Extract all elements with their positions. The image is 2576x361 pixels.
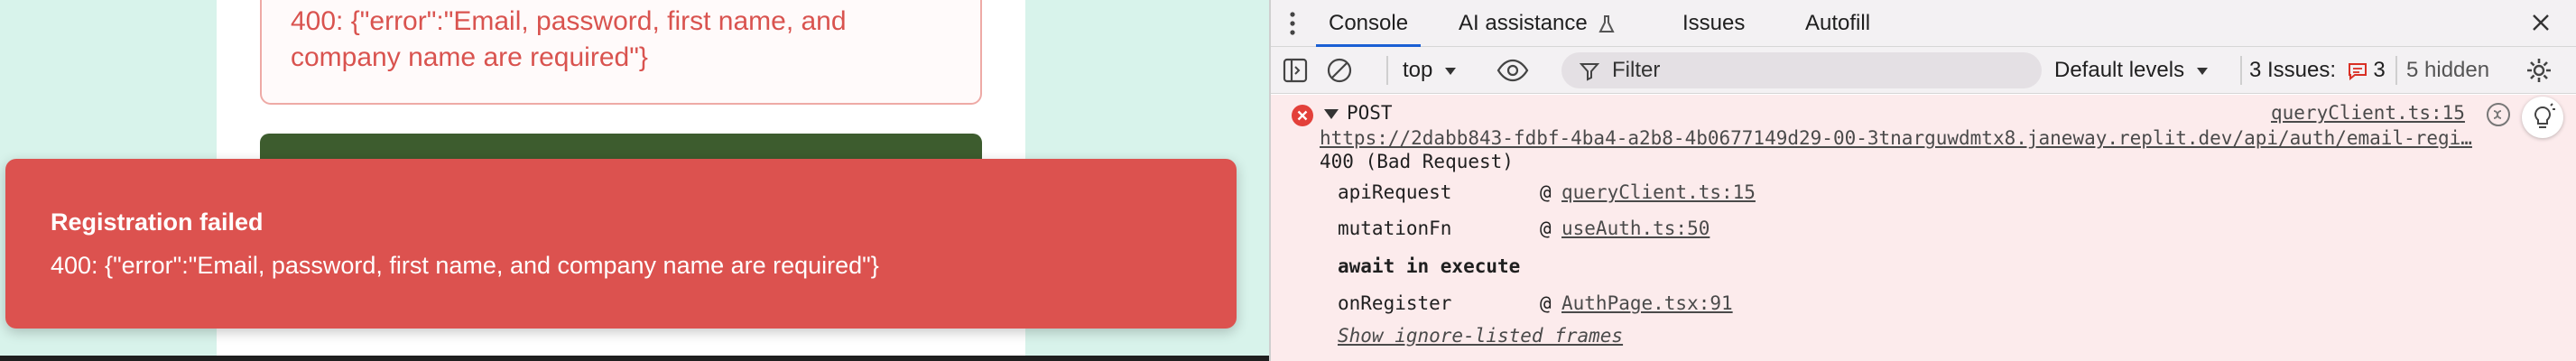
stack-at: @ [1540, 218, 1552, 239]
kebab-menu-icon[interactable] [1283, 0, 1302, 47]
filter-placeholder: Filter [1612, 58, 1661, 82]
tab-ai-assistance-label: AI assistance [1459, 11, 1588, 35]
error-toast[interactable]: Registration failed 400: {"error":"Email… [5, 159, 1237, 329]
toolbar-divider [2395, 56, 2397, 85]
levels-label: Default levels [2054, 58, 2185, 82]
issues-label: 3 Issues: [2249, 58, 2337, 82]
clear-console-icon[interactable] [1325, 47, 1354, 94]
toolbar-divider [2240, 56, 2242, 85]
tab-autofill[interactable]: Autofill [1805, 0, 1870, 47]
stack-at: @ [1540, 181, 1552, 203]
lightbulb-icon[interactable] [2522, 97, 2563, 138]
stack-fn: mutationFn [1338, 218, 1452, 239]
stack-fn: apiRequest [1338, 181, 1452, 203]
tab-autofill-label: Autofill [1805, 11, 1871, 35]
levels-selector[interactable]: Default levels [2054, 47, 2209, 94]
filter-input[interactable]: Filter [1561, 52, 2042, 88]
tab-console-label: Console [1329, 11, 1409, 35]
error-icon [1291, 104, 1314, 127]
tab-ai-assistance[interactable]: AI assistance [1459, 0, 1616, 47]
bottom-edge [0, 356, 1269, 361]
await-label: await in execute [1338, 255, 1521, 277]
console-toolbar: top Filter Default levels 3 Issues: 3 5 … [1271, 47, 2576, 94]
tab-issues-label: Issues [1682, 11, 1746, 35]
flask-icon [1598, 14, 1616, 34]
toast-title: Registration failed [51, 208, 264, 236]
stack-link[interactable]: queryClient.ts:15 [1561, 179, 1756, 206]
close-icon[interactable] [2527, 0, 2554, 47]
tab-issues[interactable]: Issues [1682, 0, 1745, 47]
stack-link[interactable]: AuthPage.tsx:91 [1561, 290, 1733, 317]
source-link[interactable]: queryClient.ts:15 [2271, 100, 2465, 125]
show-ignore-listed-link[interactable]: Show ignore-listed frames [1338, 322, 1623, 349]
tab-console[interactable]: Console [1316, 0, 1422, 47]
caret-down-icon [1444, 67, 1457, 76]
context-selector[interactable]: top [1403, 47, 1457, 94]
context-label: top [1403, 58, 1433, 82]
issues-count: 3 [2373, 58, 2386, 82]
message-icon [2348, 62, 2368, 80]
stack-fn: onRegister [1338, 292, 1452, 314]
devtools-panel: Console AI assistance Issues Autofill to… [1269, 0, 2576, 361]
form-error-message: 400: {"error":"Email, password, first na… [260, 0, 982, 105]
request-url[interactable]: https://2dabb843-fdbf-4ba4-a2b8-4b067714… [1320, 125, 2520, 151]
sidebar-toggle-icon[interactable] [1282, 47, 1309, 94]
ai-explain-icon[interactable] [2486, 102, 2511, 127]
app-viewport: 400: {"error":"Email, password, first na… [0, 0, 1269, 361]
toast-message: 400: {"error":"Email, password, first na… [51, 252, 879, 279]
issues-button[interactable]: 3 Issues: 3 [2249, 47, 2386, 94]
status-line: 400 (Bad Request) [1320, 151, 1514, 172]
console-log: POST queryClient.ts:15 https://2dabb843-… [1271, 95, 2576, 361]
eye-icon[interactable] [1495, 47, 1531, 94]
filter-icon [1580, 61, 1599, 81]
caret-down-icon [2196, 67, 2209, 76]
request-method: POST [1347, 102, 1393, 124]
stack-at: @ [1540, 292, 1552, 314]
hidden-count: 5 hidden [2406, 58, 2490, 82]
expand-triangle-icon[interactable] [1323, 104, 1339, 124]
settings-gear-icon[interactable] [2524, 47, 2554, 94]
toolbar-divider [1386, 56, 1388, 85]
devtools-tabbar: Console AI assistance Issues Autofill [1271, 0, 2576, 47]
stack-link[interactable]: useAuth.ts:50 [1561, 215, 1710, 242]
